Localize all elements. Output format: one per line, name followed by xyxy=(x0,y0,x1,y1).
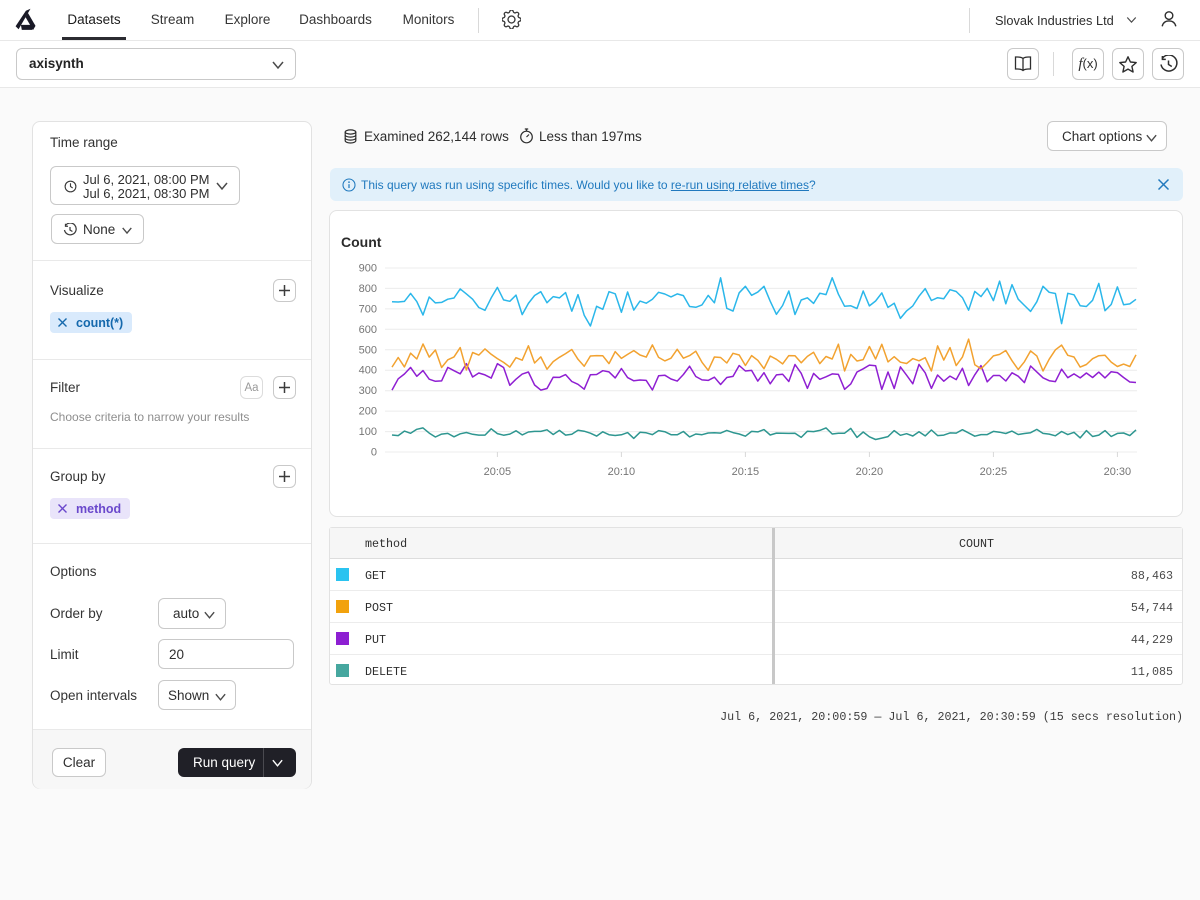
svg-text:500: 500 xyxy=(359,344,377,356)
svg-text:20:25: 20:25 xyxy=(980,466,1008,478)
svg-text:700: 700 xyxy=(359,303,377,315)
svg-text:20:05: 20:05 xyxy=(484,466,512,478)
svg-text:200: 200 xyxy=(359,406,377,418)
svg-text:20:10: 20:10 xyxy=(608,466,636,478)
svg-text:600: 600 xyxy=(359,324,377,336)
svg-text:20:30: 20:30 xyxy=(1104,466,1132,478)
svg-text:900: 900 xyxy=(359,263,377,275)
svg-text:20:20: 20:20 xyxy=(856,466,884,478)
svg-text:800: 800 xyxy=(359,283,377,295)
svg-text:20:15: 20:15 xyxy=(732,466,760,478)
svg-text:400: 400 xyxy=(359,365,377,377)
svg-text:300: 300 xyxy=(359,385,377,397)
svg-text:100: 100 xyxy=(359,426,377,438)
svg-text:0: 0 xyxy=(371,447,377,459)
